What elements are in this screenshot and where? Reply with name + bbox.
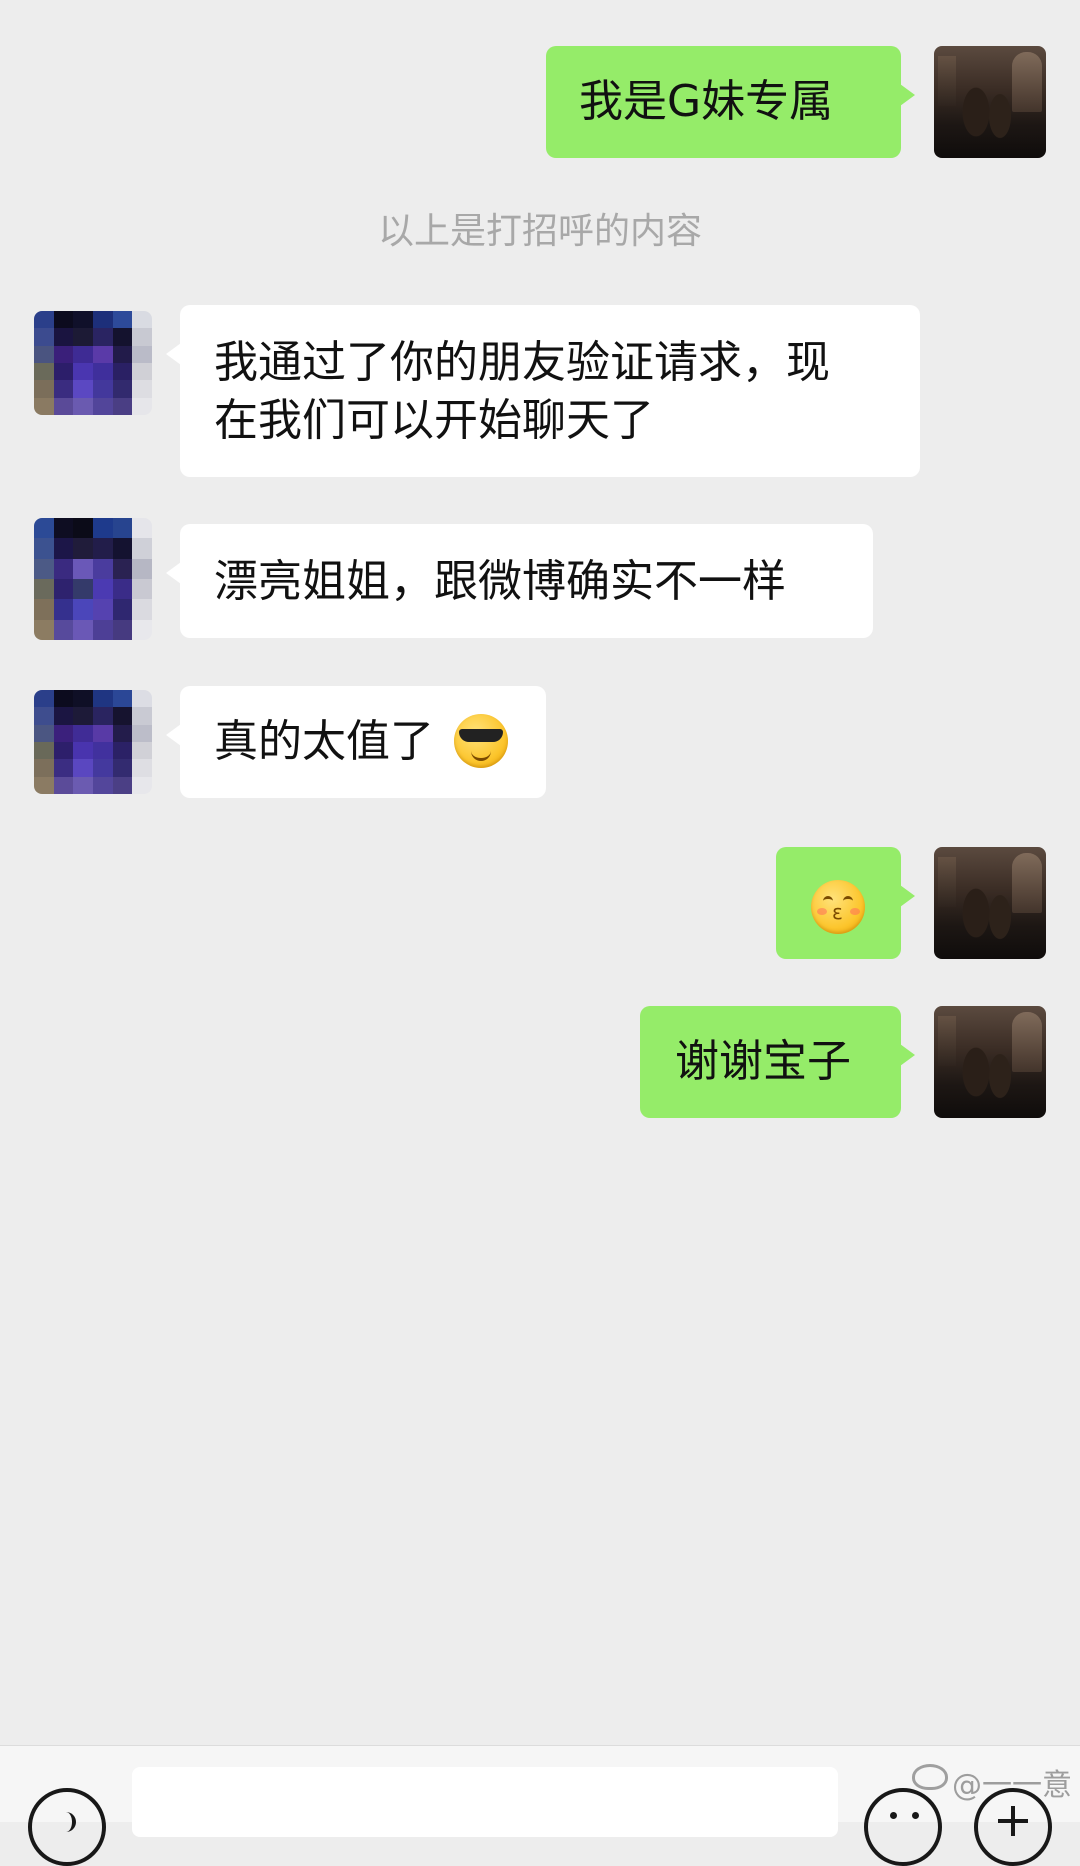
my-avatar[interactable] [934, 1006, 1046, 1118]
avatar-photo [934, 1006, 1046, 1118]
pixelated-avatar [34, 311, 152, 415]
pixelated-avatar [34, 518, 152, 640]
message-input[interactable] [132, 1767, 838, 1837]
chat-area: 我是G妹专属 以上是打招呼的内容 我通过了你的朋友验证请求，现 在我们可以开始聊… [0, 0, 1080, 1745]
peer-message-bubble[interactable]: 漂亮姐姐，跟微博确实不一样 [166, 524, 873, 638]
my-message-bubble[interactable]: 谢谢宝子 [640, 1006, 915, 1118]
voice-icon[interactable] [28, 1788, 106, 1866]
my-avatar[interactable] [934, 46, 1046, 158]
peer-avatar[interactable] [34, 311, 152, 415]
chat-input-bar: @一一意 [0, 1745, 1080, 1866]
kissing-face-emoji-icon [811, 880, 865, 934]
system-note: 以上是打招呼的内容 [377, 211, 702, 252]
message-text: 我通过了你的朋友验证请求，现 在我们可以开始聊天了 [214, 337, 830, 446]
my-message-bubble[interactable]: 我是G妹专属 [546, 46, 915, 158]
watermark-text: @一一意 [952, 1768, 1072, 1803]
peer-avatar[interactable] [34, 518, 152, 640]
avatar-photo [934, 46, 1046, 158]
avatar-photo [934, 847, 1046, 959]
message-text: 漂亮姐姐，跟微博确实不一样 [214, 556, 786, 607]
sunglasses-emoji-icon [454, 714, 508, 768]
weibo-logo-icon [912, 1764, 948, 1790]
my-message-bubble[interactable] [776, 847, 915, 959]
peer-avatar[interactable] [34, 690, 152, 794]
pixelated-avatar [34, 690, 152, 794]
my-avatar[interactable] [934, 847, 1046, 959]
message-text: 我是G妹专属 [579, 76, 834, 127]
peer-message-bubble[interactable]: 真的太值了 [166, 686, 546, 798]
peer-message-bubble[interactable]: 我通过了你的朋友验证请求，现 在我们可以开始聊天了 [166, 305, 920, 477]
message-text: 真的太值了 [214, 716, 434, 767]
message-text: 谢谢宝子 [675, 1036, 851, 1087]
emoji-icon[interactable] [864, 1788, 942, 1866]
